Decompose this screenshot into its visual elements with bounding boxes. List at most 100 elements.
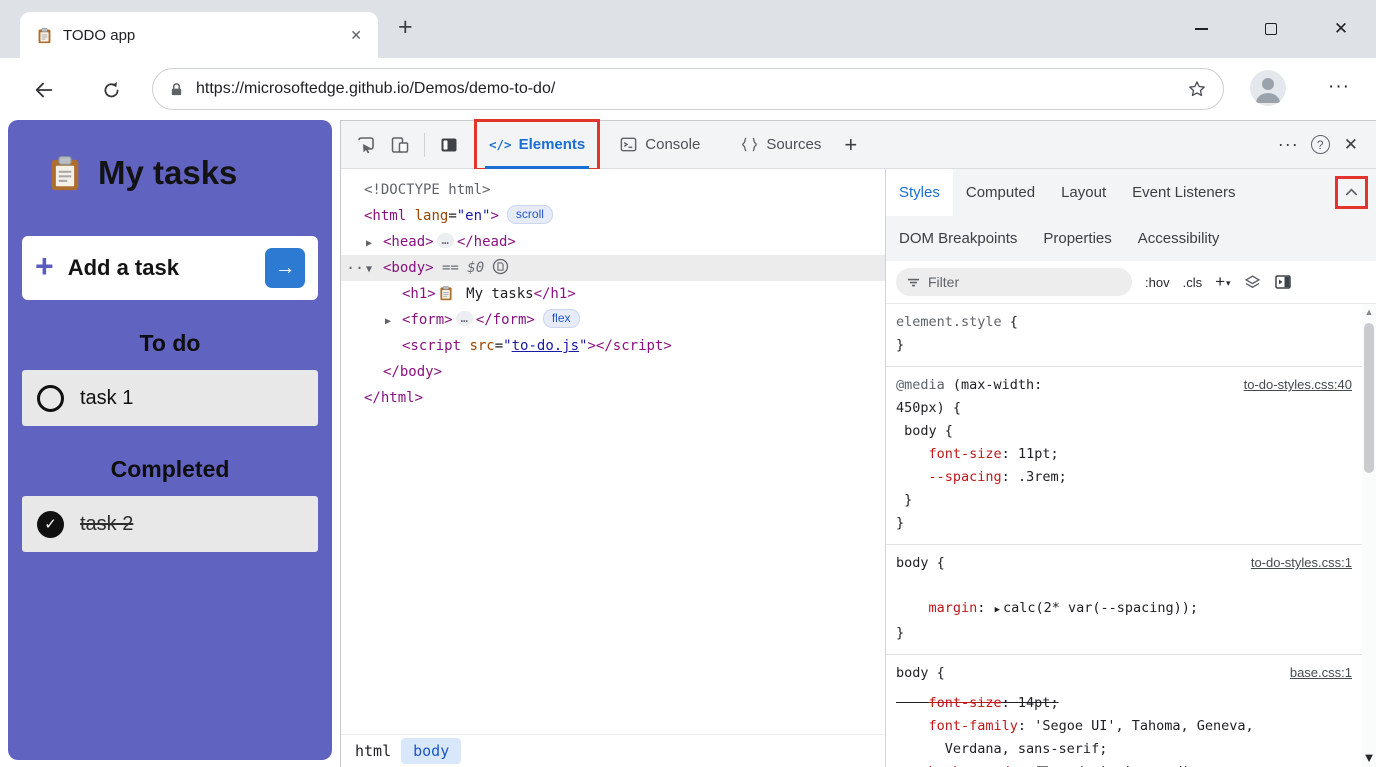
css-line[interactable]: 450px) { <box>896 397 1352 420</box>
styles-tab-row-1: Styles Computed Layout Event Listeners <box>886 169 1376 216</box>
css-line[interactable]: font-family: 'Segoe UI', Tahoma, Geneva, <box>896 715 1352 738</box>
layout-badge[interactable]: flex <box>543 309 580 328</box>
scrollbar-thumb[interactable] <box>1364 323 1374 473</box>
profile-avatar[interactable] <box>1250 70 1286 106</box>
dom-tree-node[interactable]: </body> <box>341 359 885 385</box>
dom-tree-node[interactable]: <html lang="en">scroll <box>341 203 885 229</box>
help-icon[interactable]: ? <box>1311 135 1330 154</box>
code-token: } <box>896 492 912 508</box>
back-button[interactable] <box>28 74 60 106</box>
toggle-computed-pane-button[interactable] <box>1274 273 1292 291</box>
browser-menu-button[interactable]: ··· <box>1328 76 1350 98</box>
filter-icon <box>907 276 920 289</box>
dom-tree-node[interactable]: <h1> My tasks</h1> <box>341 281 885 307</box>
dom-tree-node[interactable]: ▶<form>…</form>flex <box>341 307 885 333</box>
dom-tree-node[interactable]: ···▼<body> == $0 <box>341 255 885 281</box>
dom-tree-node[interactable]: <script src="to-do.js"></script> <box>341 333 885 359</box>
tab-sources[interactable]: Sources <box>727 121 834 169</box>
css-line[interactable]: Verdana, sans-serif; <box>896 738 1352 761</box>
address-bar[interactable]: https://microsoftedge.github.io/Demos/de… <box>152 68 1224 110</box>
elements-code-icon: </> <box>489 137 512 152</box>
tab-close-icon[interactable]: ✕ <box>346 27 366 44</box>
favorites-star-icon[interactable] <box>1187 79 1207 99</box>
inspect-element-button[interactable] <box>349 128 383 162</box>
refresh-button[interactable] <box>95 74 127 106</box>
new-tab-button[interactable]: + <box>398 13 413 42</box>
css-line[interactable]: font-size: 14pt; <box>896 692 1352 715</box>
inline-expand-button[interactable]: … <box>437 233 454 248</box>
task-checkbox-unchecked[interactable] <box>37 385 64 412</box>
inline-expand-button[interactable]: … <box>456 311 473 326</box>
css-line[interactable]: font-size: 11pt; <box>896 443 1352 466</box>
css-rule-header: element.style { <box>896 311 1352 334</box>
dom-tree-node[interactable]: </html> <box>341 385 885 411</box>
task-row[interactable]: task 1 <box>22 370 318 426</box>
breadcrumb-body[interactable]: body <box>401 738 461 764</box>
twisty-icon[interactable]: ▶ <box>366 231 383 257</box>
css-line[interactable]: background: ▶var(--background); <box>896 761 1352 767</box>
css-line[interactable]: margin: ▶calc(2* var(--spacing)); <box>896 597 1352 622</box>
device-emulation-button[interactable] <box>383 128 417 162</box>
toggle-pseudo-state[interactable]: :hov <box>1145 275 1170 290</box>
stylesheet-link[interactable]: base.css:1 <box>1282 665 1352 680</box>
window-minimize-button[interactable] <box>1166 0 1236 58</box>
window-close-button[interactable]: ✕ <box>1306 0 1376 58</box>
devtools-menu-button[interactable]: ··· <box>1272 134 1305 155</box>
css-line[interactable]: } <box>896 334 1352 357</box>
css-rule: body { to-do-styles.css:1 margin: ▶calc(2… <box>886 545 1362 655</box>
css-line[interactable]: } <box>896 622 1352 645</box>
css-line[interactable]: --spacing: .3rem; <box>896 466 1352 489</box>
twisty-icon[interactable]: ▶ <box>385 309 402 335</box>
window-maximize-button[interactable] <box>1236 0 1306 58</box>
breadcrumb-html[interactable]: html <box>355 742 391 760</box>
code-token <box>896 695 929 711</box>
css-selector: @media (max-width: <box>896 374 1042 397</box>
add-task-submit-button[interactable]: → <box>265 248 305 288</box>
devtools-more-tabs-button[interactable]: + <box>834 132 867 158</box>
tab-dom-breakpoints[interactable]: DOM Breakpoints <box>886 216 1030 261</box>
tab-properties[interactable]: Properties <box>1030 216 1124 261</box>
css-line[interactable]: } <box>896 512 1352 535</box>
task-row[interactable]: ✓ task 2 <box>22 496 318 552</box>
tab-console[interactable]: Console <box>606 121 713 169</box>
styles-scrollbar[interactable]: ▲ ▼ <box>1362 304 1376 767</box>
expand-triangle-icon[interactable]: ▶ <box>995 599 1000 622</box>
dom-tree-node[interactable]: <!DOCTYPE html> <box>341 177 885 203</box>
code-token: body { <box>896 555 945 571</box>
collapse-pane-button[interactable] <box>1337 178 1366 207</box>
new-style-rule-button[interactable]: + ▾ <box>1215 275 1230 289</box>
toggle-element-classes[interactable]: .cls <box>1183 275 1203 290</box>
cascade-layers-button[interactable] <box>1244 274 1261 291</box>
dock-side-button[interactable] <box>432 128 466 162</box>
lock-icon <box>169 82 184 97</box>
scroll-down-icon[interactable]: ▼ <box>1362 750 1376 765</box>
tab-layout[interactable]: Layout <box>1048 169 1119 216</box>
devtools-close-button[interactable]: ✕ <box>1336 135 1366 155</box>
tab-computed[interactable]: Computed <box>953 169 1048 216</box>
stylesheet-link[interactable]: to-do-styles.css:40 <box>1236 377 1352 392</box>
styles-filter-input[interactable]: Filter <box>896 268 1132 296</box>
tab-event-listeners[interactable]: Event Listeners <box>1119 169 1248 216</box>
code-token: lang <box>406 208 448 224</box>
tab-elements[interactable]: </> Elements <box>476 121 598 169</box>
devtools-toolbar: </> Elements Console Sources + ··· ? ✕ <box>341 121 1376 169</box>
css-line[interactable]: body { <box>896 420 1352 443</box>
tab-styles[interactable]: Styles <box>886 169 953 216</box>
node-adorner-icon[interactable] <box>492 258 509 275</box>
scroll-up-icon[interactable]: ▲ <box>1362 307 1376 317</box>
resource-link[interactable]: to-do.js <box>512 338 579 354</box>
add-task-form[interactable]: + Add a task → <box>22 236 318 300</box>
node-menu-icon[interactable]: ··· <box>346 255 373 281</box>
code-token: </head> <box>457 234 516 250</box>
stylesheet-link[interactable]: to-do-styles.css:1 <box>1243 555 1352 570</box>
browser-window: TODO app ✕ + ✕ https://microsoftedge.git… <box>0 0 1376 767</box>
refresh-icon <box>101 80 122 101</box>
expand-triangle-icon[interactable]: ▶ <box>1027 763 1032 767</box>
layout-badge[interactable]: scroll <box>507 205 553 224</box>
tab-accessibility[interactable]: Accessibility <box>1125 216 1233 261</box>
browser-tab[interactable]: TODO app ✕ <box>20 12 378 58</box>
dom-tree-node[interactable]: ▶<head>…</head> <box>341 229 885 255</box>
task-checkbox-checked[interactable]: ✓ <box>37 511 64 538</box>
css-line[interactable]: } <box>896 489 1352 512</box>
code-token: <html <box>364 208 406 224</box>
